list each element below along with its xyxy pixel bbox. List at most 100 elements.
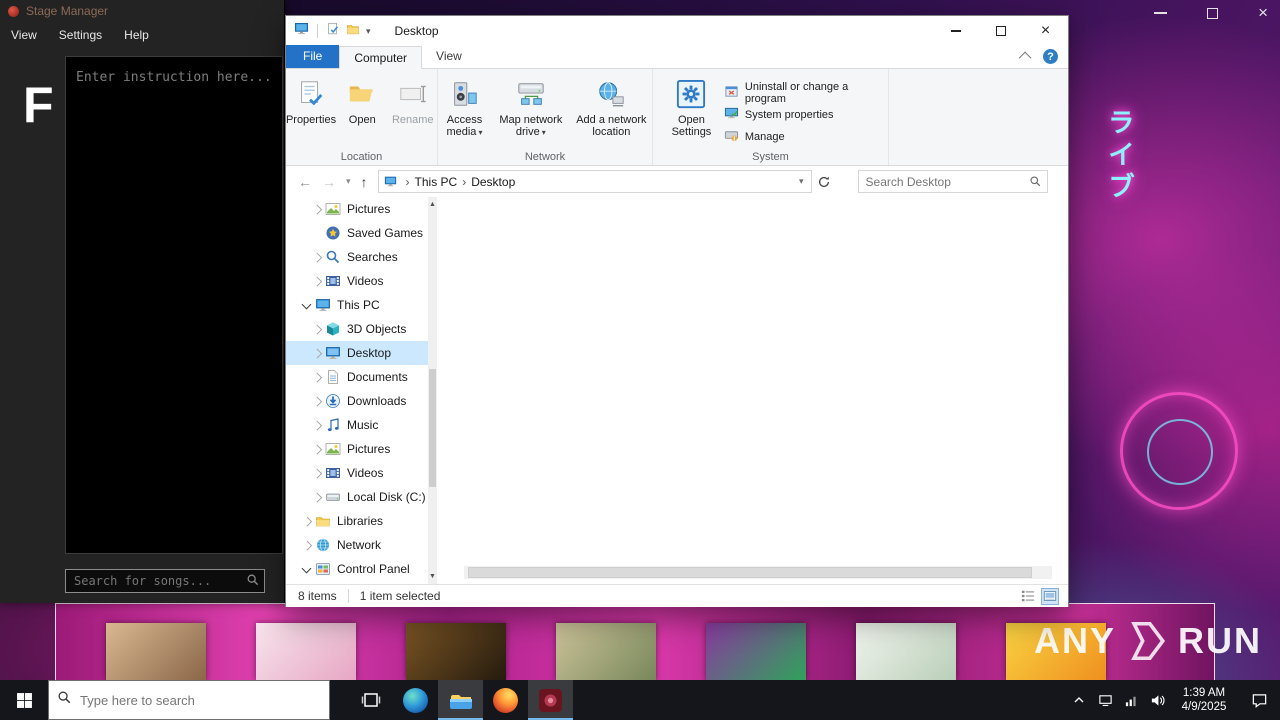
- nav-item-downloads[interactable]: Downloads: [286, 389, 428, 413]
- nav-item-3d-objects[interactable]: 3D Objects: [286, 317, 428, 341]
- thumbnail-view-button[interactable]: [1041, 587, 1059, 605]
- stage-manager-titlebar[interactable]: Stage Manager: [0, 0, 284, 22]
- network-icon[interactable]: [1118, 680, 1144, 720]
- file-explorer-icon: [448, 687, 474, 713]
- nav-scrollbar-thumb[interactable]: [429, 369, 436, 487]
- edge-taskbar-button[interactable]: [393, 680, 438, 720]
- speaker-icon[interactable]: [1144, 680, 1170, 720]
- manage-button[interactable]: Manage: [724, 126, 888, 148]
- windows-logo-icon: [16, 692, 32, 708]
- album-3-cover[interactable]: [406, 623, 506, 681]
- action-center-button[interactable]: [1238, 680, 1280, 720]
- taskbar-search[interactable]: [48, 680, 330, 720]
- album-2-cover[interactable]: [256, 623, 356, 681]
- tray-chevron-up-icon[interactable]: [1066, 680, 1092, 720]
- tab-bar-controls: ?: [1018, 45, 1068, 68]
- chevron-right-icon[interactable]: [300, 513, 315, 529]
- nav-item-videos[interactable]: Videos: [286, 269, 428, 293]
- stage-manager-app-taskbar-button[interactable]: [528, 680, 573, 720]
- nav-item-control-panel[interactable]: Control Panel: [286, 557, 428, 581]
- chevron-right-icon[interactable]: [310, 393, 325, 409]
- stage-manager-menubar: View Settings Help: [0, 22, 284, 48]
- tab-view[interactable]: View: [422, 45, 476, 68]
- nav-item-documents[interactable]: Documents: [286, 365, 428, 389]
- task-view-taskbar-button[interactable]: [348, 680, 393, 720]
- menu-help[interactable]: Help: [113, 28, 160, 42]
- uninstall-program-button[interactable]: Uninstall or change a program: [724, 81, 888, 105]
- chevron-right-icon[interactable]: [310, 441, 325, 457]
- instruction-input[interactable]: Enter instruction here...: [65, 56, 283, 554]
- file-explorer-taskbar-button[interactable]: [438, 680, 483, 720]
- taskbar-search-input[interactable]: [80, 692, 321, 708]
- chevron-down-icon[interactable]: [300, 561, 315, 577]
- chevron-right-icon[interactable]: [310, 369, 325, 385]
- chevron-right-icon[interactable]: [310, 489, 325, 505]
- qat-customize-caret-icon[interactable]: ▾: [366, 26, 371, 37]
- album-5-cover[interactable]: [706, 623, 806, 681]
- chevron-right-icon[interactable]: [310, 417, 325, 433]
- nav-scrollbar[interactable]: ▲ ▼: [428, 197, 437, 584]
- album-4-cover[interactable]: [556, 623, 656, 681]
- forward-button-icon[interactable]: →: [322, 174, 336, 190]
- recent-locations-caret-icon[interactable]: ▾: [346, 176, 351, 187]
- details-view-button[interactable]: [1019, 588, 1037, 605]
- nav-item-label: Local Disk (C:): [347, 490, 426, 504]
- remote-minimize-icon[interactable]: [1154, 12, 1167, 14]
- tab-file[interactable]: File: [286, 45, 340, 68]
- refresh-icon[interactable]: [817, 175, 831, 189]
- system-properties-button[interactable]: System properties: [724, 104, 888, 126]
- qat-new-folder-icon[interactable]: [346, 22, 360, 41]
- firefox-taskbar-button[interactable]: [483, 680, 528, 720]
- remote-fullscreen-icon[interactable]: [1207, 7, 1219, 19]
- nav-item-pictures[interactable]: Pictures: [286, 437, 428, 461]
- album-1-cover[interactable]: [106, 623, 206, 681]
- breadcrumb-desktop[interactable]: Desktop: [471, 175, 515, 189]
- help-button[interactable]: ?: [1043, 49, 1058, 64]
- remote-close-icon[interactable]: ×: [1258, 4, 1268, 21]
- tab-computer[interactable]: Computer: [339, 46, 423, 69]
- nav-item-searches[interactable]: Searches: [286, 245, 428, 269]
- explorer-titlebar[interactable]: ▾ Desktop ×: [286, 16, 1068, 46]
- album-6-cover[interactable]: [856, 623, 956, 681]
- scroll-down-icon[interactable]: ▼: [428, 573, 437, 580]
- chevron-right-icon[interactable]: [310, 201, 325, 217]
- menu-settings[interactable]: Settings: [48, 28, 113, 42]
- back-button-icon[interactable]: ←: [298, 174, 312, 190]
- folder-content-area[interactable]: [438, 197, 1068, 584]
- tray-pc-icon[interactable]: [1092, 680, 1118, 720]
- nav-item-network[interactable]: Network: [286, 533, 428, 557]
- scroll-up-icon[interactable]: ▲: [428, 201, 437, 208]
- close-button[interactable]: ×: [1023, 16, 1068, 46]
- chevron-right-icon[interactable]: [310, 345, 325, 361]
- qat-properties-icon[interactable]: [326, 22, 340, 41]
- nav-item-pictures[interactable]: Pictures: [286, 197, 428, 221]
- menu-view[interactable]: View: [0, 28, 48, 42]
- chevron-down-icon[interactable]: [300, 297, 315, 313]
- nav-item-local-disk-c[interactable]: Local Disk (C:): [286, 485, 428, 509]
- chevron-right-icon[interactable]: [310, 321, 325, 337]
- collapse-ribbon-icon[interactable]: [1018, 51, 1032, 65]
- nav-item-music[interactable]: Music: [286, 413, 428, 437]
- nav-item-videos[interactable]: Videos: [286, 461, 428, 485]
- address-dropdown-caret-icon[interactable]: ▾: [799, 176, 811, 187]
- nav-item-libraries[interactable]: Libraries: [286, 509, 428, 533]
- up-button-icon[interactable]: ↑: [361, 174, 368, 190]
- nav-item-this-pc[interactable]: This PC: [286, 293, 428, 317]
- chevron-right-icon[interactable]: [300, 537, 315, 553]
- chevron-right-icon[interactable]: [310, 273, 325, 289]
- chevron-right-icon[interactable]: [310, 249, 325, 265]
- start-button[interactable]: [0, 680, 48, 720]
- nav-item-saved-games[interactable]: Saved Games: [286, 221, 428, 245]
- address-box[interactable]: › This PC › Desktop ▾: [377, 170, 812, 193]
- taskbar-clock[interactable]: 1:39 AM 4/9/2025: [1170, 686, 1238, 714]
- chevron-right-icon[interactable]: [310, 465, 325, 481]
- horizontal-scrollbar-thumb[interactable]: [468, 567, 1032, 578]
- nav-item-desktop[interactable]: Desktop: [286, 341, 428, 365]
- maximize-button[interactable]: [978, 16, 1023, 46]
- open-settings-label: Open Settings: [671, 114, 712, 138]
- horizontal-scrollbar[interactable]: [464, 566, 1052, 579]
- song-search-input[interactable]: [65, 569, 265, 593]
- minimize-button[interactable]: [933, 16, 978, 46]
- explorer-search-input[interactable]: [858, 171, 1047, 192]
- breadcrumb-this-pc[interactable]: This PC: [415, 175, 458, 189]
